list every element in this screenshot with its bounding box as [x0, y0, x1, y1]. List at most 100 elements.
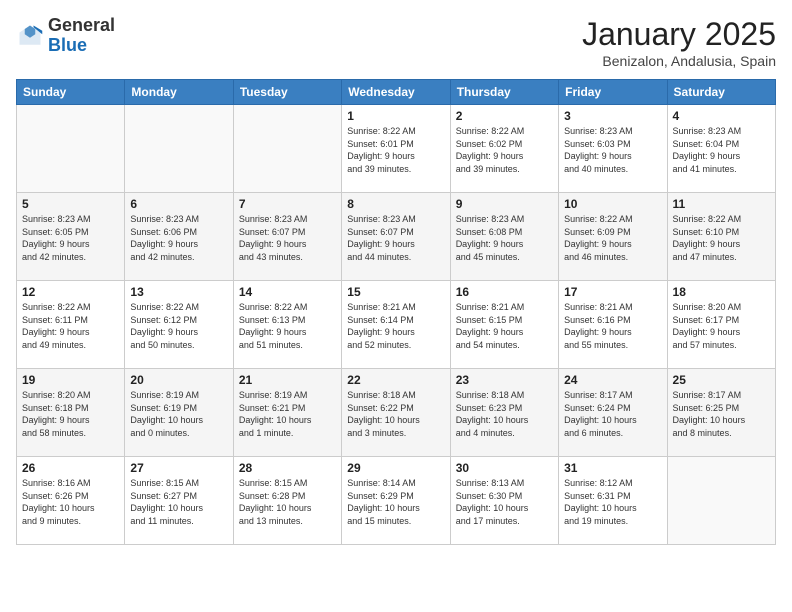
location-title: Benizalon, Andalusia, Spain: [582, 53, 776, 69]
day-info: Sunrise: 8:22 AM Sunset: 6:01 PM Dayligh…: [347, 125, 444, 175]
day-cell: 7 Sunrise: 8:23 AM Sunset: 6:07 PM Daylig…: [233, 193, 341, 281]
day-cell: 21 Sunrise: 8:19 AM Sunset: 6:21 PM Dayli…: [233, 369, 341, 457]
logo-general: General: [48, 15, 115, 35]
day-cell: 19Sunrise: 8:20 AM Sunset: 6:18 PM Dayli…: [17, 369, 125, 457]
day-number: 9: [456, 197, 553, 211]
day-number: 3: [564, 109, 661, 123]
day-cell: [17, 105, 125, 193]
day-cell: 8 Sunrise: 8:23 AM Sunset: 6:07 PM Daylig…: [342, 193, 450, 281]
day-info: Sunrise: 8:23 AM Sunset: 6:08 PM Dayligh…: [456, 213, 553, 263]
day-info: Sunrise: 8:23 AM Sunset: 6:04 PM Dayligh…: [673, 125, 770, 175]
day-info: Sunrise: 8:17 AM Sunset: 6:25 PM Dayligh…: [673, 389, 770, 439]
logo: General Blue: [16, 16, 115, 56]
day-number: 21: [239, 373, 336, 387]
day-cell: 20Sunrise: 8:19 AM Sunset: 6:19 PM Dayli…: [125, 369, 233, 457]
day-cell: 22 Sunrise: 8:18 AM Sunset: 6:22 PM Dayli…: [342, 369, 450, 457]
day-number: 17: [564, 285, 661, 299]
day-info: Sunrise: 8:18 AM Sunset: 6:22 PM Dayligh…: [347, 389, 444, 439]
day-cell: 10 Sunrise: 8:22 AM Sunset: 6:09 PM Dayli…: [559, 193, 667, 281]
day-info: Sunrise: 8:13 AM Sunset: 6:30 PM Dayligh…: [456, 477, 553, 527]
day-number: 13: [130, 285, 227, 299]
day-info: Sunrise: 8:12 AM Sunset: 6:31 PM Dayligh…: [564, 477, 661, 527]
day-cell: 26 Sunrise: 8:16 AM Sunset: 6:26 PM Dayli…: [17, 457, 125, 545]
day-number: 14: [239, 285, 336, 299]
day-number: 11: [673, 197, 770, 211]
day-info: Sunrise: 8:23 AM Sunset: 6:07 PM Dayligh…: [347, 213, 444, 263]
day-info: Sunrise: 8:22 AM Sunset: 6:09 PM Dayligh…: [564, 213, 661, 263]
day-number: 18: [673, 285, 770, 299]
day-number: 28: [239, 461, 336, 475]
day-number: 5: [22, 197, 119, 211]
day-cell: 18 Sunrise: 8:20 AM Sunset: 6:17 PM Dayli…: [667, 281, 775, 369]
day-info: Sunrise: 8:21 AM Sunset: 6:14 PM Dayligh…: [347, 301, 444, 351]
day-cell: 2 Sunrise: 8:22 AM Sunset: 6:02 PM Daylig…: [450, 105, 558, 193]
day-info: Sunrise: 8:15 AM Sunset: 6:27 PM Dayligh…: [130, 477, 227, 527]
day-info: Sunrise: 8:23 AM Sunset: 6:03 PM Dayligh…: [564, 125, 661, 175]
day-number: 1: [347, 109, 444, 123]
day-cell: 6Sunrise: 8:23 AM Sunset: 6:06 PM Daylig…: [125, 193, 233, 281]
day-number: 7: [239, 197, 336, 211]
calendar-header: Sunday Monday Tuesday Wednesday Thursday…: [17, 80, 776, 105]
week-row-1: 5 Sunrise: 8:23 AM Sunset: 6:05 PM Daylig…: [17, 193, 776, 281]
header: General Blue January 2025 Benizalon, And…: [16, 16, 776, 69]
calendar-body: 1 Sunrise: 8:22 AM Sunset: 6:01 PM Daylig…: [17, 105, 776, 545]
day-info: Sunrise: 8:22 AM Sunset: 6:11 PM Dayligh…: [22, 301, 119, 351]
day-number: 2: [456, 109, 553, 123]
day-number: 20: [130, 373, 227, 387]
day-number: 25: [673, 373, 770, 387]
page: General Blue January 2025 Benizalon, And…: [0, 0, 792, 612]
col-saturday: Saturday: [667, 80, 775, 105]
day-info: Sunrise: 8:22 AM Sunset: 6:02 PM Dayligh…: [456, 125, 553, 175]
day-cell: 29 Sunrise: 8:14 AM Sunset: 6:29 PM Dayli…: [342, 457, 450, 545]
day-number: 30: [456, 461, 553, 475]
day-cell: [667, 457, 775, 545]
day-number: 10: [564, 197, 661, 211]
weekday-row: Sunday Monday Tuesday Wednesday Thursday…: [17, 80, 776, 105]
day-info: Sunrise: 8:23 AM Sunset: 6:05 PM Dayligh…: [22, 213, 119, 263]
day-info: Sunrise: 8:14 AM Sunset: 6:29 PM Dayligh…: [347, 477, 444, 527]
day-number: 23: [456, 373, 553, 387]
day-number: 31: [564, 461, 661, 475]
col-sunday: Sunday: [17, 80, 125, 105]
day-number: 24: [564, 373, 661, 387]
col-thursday: Thursday: [450, 80, 558, 105]
day-info: Sunrise: 8:19 AM Sunset: 6:21 PM Dayligh…: [239, 389, 336, 439]
day-info: Sunrise: 8:18 AM Sunset: 6:23 PM Dayligh…: [456, 389, 553, 439]
day-cell: 30 Sunrise: 8:13 AM Sunset: 6:30 PM Dayli…: [450, 457, 558, 545]
day-number: 26: [22, 461, 119, 475]
day-cell: 1 Sunrise: 8:22 AM Sunset: 6:01 PM Daylig…: [342, 105, 450, 193]
day-number: 4: [673, 109, 770, 123]
day-cell: [233, 105, 341, 193]
day-number: 19: [22, 373, 119, 387]
day-info: Sunrise: 8:15 AM Sunset: 6:28 PM Dayligh…: [239, 477, 336, 527]
day-info: Sunrise: 8:23 AM Sunset: 6:07 PM Dayligh…: [239, 213, 336, 263]
day-number: 22: [347, 373, 444, 387]
day-cell: 3 Sunrise: 8:23 AM Sunset: 6:03 PM Daylig…: [559, 105, 667, 193]
day-number: 8: [347, 197, 444, 211]
logo-blue: Blue: [48, 35, 87, 55]
col-wednesday: Wednesday: [342, 80, 450, 105]
day-cell: 13Sunrise: 8:22 AM Sunset: 6:12 PM Dayli…: [125, 281, 233, 369]
day-cell: [125, 105, 233, 193]
day-cell: 14Sunrise: 8:22 AM Sunset: 6:13 PM Dayli…: [233, 281, 341, 369]
day-info: Sunrise: 8:21 AM Sunset: 6:16 PM Dayligh…: [564, 301, 661, 351]
day-cell: 27 Sunrise: 8:15 AM Sunset: 6:27 PM Dayli…: [125, 457, 233, 545]
day-cell: 16Sunrise: 8:21 AM Sunset: 6:15 PM Dayli…: [450, 281, 558, 369]
title-block: January 2025 Benizalon, Andalusia, Spain: [582, 16, 776, 69]
day-cell: 4 Sunrise: 8:23 AM Sunset: 6:04 PM Daylig…: [667, 105, 775, 193]
week-row-0: 1 Sunrise: 8:22 AM Sunset: 6:01 PM Daylig…: [17, 105, 776, 193]
day-cell: 15Sunrise: 8:21 AM Sunset: 6:14 PM Dayli…: [342, 281, 450, 369]
day-info: Sunrise: 8:23 AM Sunset: 6:06 PM Dayligh…: [130, 213, 227, 263]
day-number: 27: [130, 461, 227, 475]
col-friday: Friday: [559, 80, 667, 105]
day-number: 29: [347, 461, 444, 475]
day-info: Sunrise: 8:20 AM Sunset: 6:17 PM Dayligh…: [673, 301, 770, 351]
day-info: Sunrise: 8:21 AM Sunset: 6:15 PM Dayligh…: [456, 301, 553, 351]
col-monday: Monday: [125, 80, 233, 105]
logo-icon: [16, 22, 44, 50]
day-cell: 25 Sunrise: 8:17 AM Sunset: 6:25 PM Dayli…: [667, 369, 775, 457]
day-cell: 12 Sunrise: 8:22 AM Sunset: 6:11 PM Dayli…: [17, 281, 125, 369]
day-info: Sunrise: 8:16 AM Sunset: 6:26 PM Dayligh…: [22, 477, 119, 527]
day-number: 12: [22, 285, 119, 299]
calendar-table: Sunday Monday Tuesday Wednesday Thursday…: [16, 79, 776, 545]
